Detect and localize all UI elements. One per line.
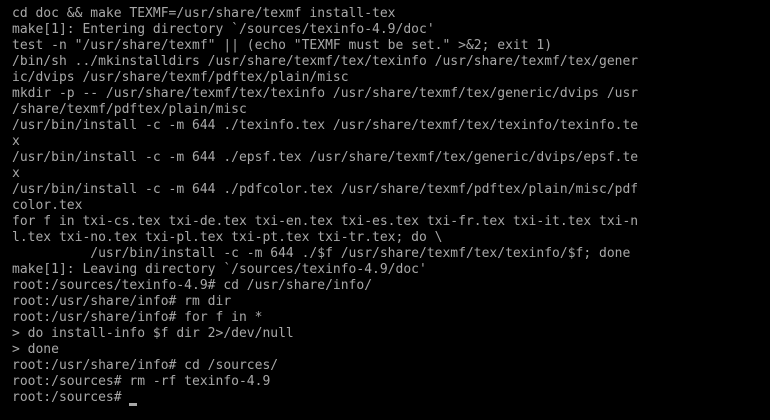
terminal-line: /usr/bin/install -c -m 644 ./pdfcolor.te…	[12, 182, 639, 197]
terminal-line: make[1]: Leaving directory `/sources/tex…	[12, 262, 427, 277]
terminal-line: > do install-info $f dir 2>/dev/null	[12, 326, 294, 341]
terminal-line: x	[12, 166, 20, 181]
terminal-line: root:/sources# rm -rf texinfo-4.9	[12, 374, 271, 389]
terminal-line: color.tex	[12, 198, 83, 213]
terminal-line: /bin/sh ../mkinstalldirs /usr/share/texm…	[12, 54, 639, 69]
terminal-line: > done	[12, 342, 59, 357]
terminal-line: mkdir -p -- /usr/share/texmf/tex/texinfo…	[12, 86, 639, 101]
terminal-line: root:/sources/texinfo-4.9# cd /usr/share…	[12, 278, 373, 293]
terminal-line: x	[12, 134, 20, 149]
terminal-screen[interactable]: cd doc && make TEXMF=/usr/share/texmf in…	[0, 0, 770, 420]
terminal-line: root:/usr/share/info# cd /sources/	[12, 358, 279, 373]
cursor	[129, 403, 138, 406]
terminal-line: l.tex txi-no.tex txi-pl.tex txi-pt.tex t…	[12, 230, 443, 245]
terminal-line: for f in txi-cs.tex txi-de.tex txi-en.te…	[12, 214, 639, 229]
terminal-prompt-line[interactable]: root:/sources#	[12, 390, 770, 406]
terminal-line: test -n "/usr/share/texmf" || (echo "TEX…	[12, 38, 553, 53]
terminal-line: root:/usr/share/info# rm dir	[12, 294, 232, 309]
terminal-line: ic/dvips /usr/share/texmf/pdftex/plain/m…	[12, 70, 349, 85]
terminal-line: root:/usr/share/info# for f in *	[12, 310, 263, 325]
terminal-line: /share/texmf/pdftex/plain/misc	[12, 102, 247, 117]
terminal-prompt: root:/sources#	[12, 390, 130, 405]
terminal-line: /usr/bin/install -c -m 644 ./texinfo.tex…	[12, 118, 639, 133]
terminal-line: /usr/bin/install -c -m 644 ./$f /usr/sha…	[12, 246, 631, 261]
terminal-line: make[1]: Entering directory `/sources/te…	[12, 22, 435, 37]
terminal-line: cd doc && make TEXMF=/usr/share/texmf in…	[12, 6, 396, 21]
terminal-line: /usr/bin/install -c -m 644 ./epsf.tex /u…	[12, 150, 639, 165]
